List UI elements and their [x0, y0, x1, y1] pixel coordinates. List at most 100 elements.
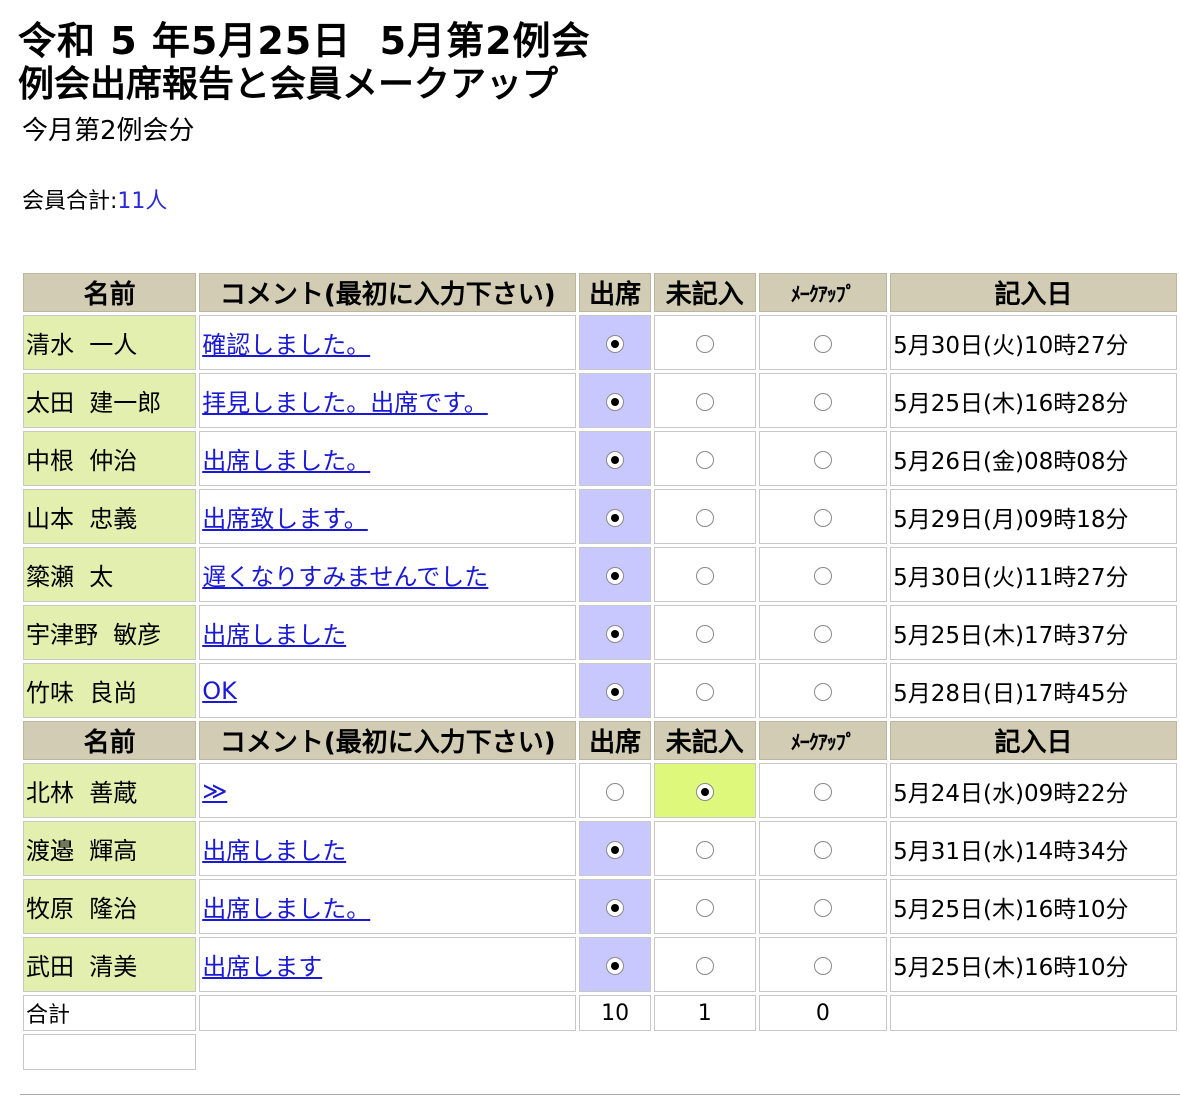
attend-radio[interactable]	[606, 624, 625, 643]
makeup-cell	[758, 489, 888, 544]
makeup-cell	[758, 373, 888, 428]
attend-cell	[579, 879, 651, 934]
blank-cell	[653, 489, 756, 544]
header-attend: 出席	[579, 721, 651, 760]
entry-date: 5月25日(木)16時10分	[890, 937, 1177, 992]
member-name: 宇津野 敏彦	[23, 605, 197, 660]
makeup-radio[interactable]	[813, 334, 832, 353]
blank-radio[interactable]	[695, 682, 714, 701]
makeup-cell	[758, 763, 888, 818]
entry-date: 5月30日(火)11時27分	[890, 547, 1177, 602]
attend-radio[interactable]	[606, 956, 625, 975]
attend-radio[interactable]	[606, 566, 625, 585]
makeup-radio[interactable]	[813, 840, 832, 859]
table-row: 山本 忠義 出席致します。 5月29日(月)09時18分	[23, 489, 1177, 544]
attend-cell	[579, 489, 651, 544]
attendance-table: 名前 コメント(最初に入力下さい) 出席 未記入 ﾒｰｸｱｯﾌﾟ 記入日 清水 一人 確認しま…	[20, 270, 1180, 1073]
blank-radio[interactable]	[695, 334, 714, 353]
makeup-radio[interactable]	[813, 392, 832, 411]
blank-radio[interactable]	[695, 840, 714, 859]
attend-radio[interactable]	[606, 334, 625, 353]
attend-radio[interactable]	[606, 508, 625, 527]
attend-radio[interactable]	[606, 450, 625, 469]
makeup-radio[interactable]	[813, 566, 832, 585]
bottom-divider	[20, 1094, 1180, 1095]
entry-date: 5月25日(木)16時28分	[890, 373, 1177, 428]
attend-radio[interactable]	[606, 682, 625, 701]
comment-link[interactable]: 遅くなりすみませんでした	[202, 563, 488, 591]
member-name: 簗瀬 太	[23, 547, 197, 602]
comment-link[interactable]: 出席しました。	[202, 895, 370, 923]
comment-cell: 確認しました。	[199, 315, 577, 370]
table-row: 竹味 良尚 OK 5月28日(日)17時45分	[23, 663, 1177, 718]
blank-radio[interactable]	[695, 508, 714, 527]
blank-radio[interactable]	[695, 392, 714, 411]
spacer-cell	[890, 1034, 1177, 1070]
blank-cell	[653, 547, 756, 602]
header-comment: コメント(最初に入力下さい)	[199, 721, 577, 760]
blank-radio[interactable]	[695, 782, 714, 801]
blank-radio[interactable]	[695, 956, 714, 975]
table-header-row: 名前 コメント(最初に入力下さい) 出席 未記入 ﾒｰｸｱｯﾌﾟ 記入日	[23, 273, 1177, 312]
total-blank: 1	[653, 995, 756, 1031]
comment-link[interactable]: 拝見しました。出席です。	[202, 389, 488, 417]
comment-link[interactable]: 出席致します。	[202, 505, 368, 533]
comment-link[interactable]: 出席しました。	[202, 447, 370, 475]
makeup-radio[interactable]	[813, 898, 832, 917]
header-date: 記入日	[890, 721, 1177, 760]
attend-cell	[579, 763, 651, 818]
attend-cell	[579, 937, 651, 992]
member-name: 中根 仲治	[23, 431, 197, 486]
blank-cell	[653, 663, 756, 718]
entry-date: 5月28日(日)17時45分	[890, 663, 1177, 718]
makeup-radio[interactable]	[813, 624, 832, 643]
makeup-cell	[758, 315, 888, 370]
comment-link[interactable]: ≫	[202, 777, 227, 805]
blank-radio[interactable]	[695, 566, 714, 585]
total-attend: 10	[579, 995, 651, 1031]
attend-radio[interactable]	[606, 840, 625, 859]
entry-date: 5月25日(木)17時37分	[890, 605, 1177, 660]
entry-date: 5月30日(火)10時27分	[890, 315, 1177, 370]
attend-cell	[579, 821, 651, 876]
entry-date: 5月29日(月)09時18分	[890, 489, 1177, 544]
header-makeup: ﾒｰｸｱｯﾌﾟ	[758, 273, 888, 312]
total-makeup: 0	[758, 995, 888, 1031]
comment-link[interactable]: 出席しました	[202, 837, 346, 865]
spacer-cell	[759, 1034, 888, 1070]
table-row: 渡邉 輝高 出席しました 5月31日(水)14時34分	[23, 821, 1177, 876]
makeup-radio[interactable]	[813, 956, 832, 975]
makeup-cell	[758, 547, 888, 602]
comment-link[interactable]: 確認しました。	[202, 331, 370, 359]
total-date	[890, 995, 1177, 1031]
member-name: 清水 一人	[23, 315, 197, 370]
total-row: 合計 10 1 0	[23, 995, 1177, 1031]
total-label: 合計	[23, 995, 197, 1031]
header-makeup: ﾒｰｸｱｯﾌﾟ	[758, 721, 888, 760]
comment-link[interactable]: 出席します	[202, 953, 322, 981]
comment-cell: 遅くなりすみませんでした	[199, 547, 577, 602]
makeup-radio[interactable]	[813, 450, 832, 469]
attend-cell	[579, 605, 651, 660]
blank-radio[interactable]	[695, 624, 714, 643]
makeup-cell	[758, 879, 888, 934]
makeup-radio[interactable]	[813, 782, 832, 801]
makeup-radio[interactable]	[813, 682, 832, 701]
attend-cell	[579, 547, 651, 602]
table-row: 宇津野 敏彦 出席しました 5月25日(木)17時37分	[23, 605, 1177, 660]
header-name: 名前	[23, 721, 197, 760]
comment-link[interactable]: 出席しました	[202, 621, 346, 649]
attend-radio[interactable]	[606, 898, 625, 917]
table-row: 武田 清美 出席します 5月25日(木)16時10分	[23, 937, 1177, 992]
blank-radio[interactable]	[695, 898, 714, 917]
blank-cell	[653, 821, 756, 876]
blank-radio[interactable]	[695, 450, 714, 469]
attend-radio[interactable]	[606, 392, 625, 411]
entry-date: 5月25日(木)16時10分	[890, 879, 1177, 934]
attend-radio[interactable]	[606, 782, 625, 801]
page-subtitle: 今月第2例会分	[22, 116, 195, 146]
makeup-radio[interactable]	[813, 508, 832, 527]
comment-cell: ≫	[199, 763, 577, 818]
comment-link[interactable]: OK	[202, 677, 237, 705]
member-total-label: 会員合計:	[22, 189, 118, 214]
